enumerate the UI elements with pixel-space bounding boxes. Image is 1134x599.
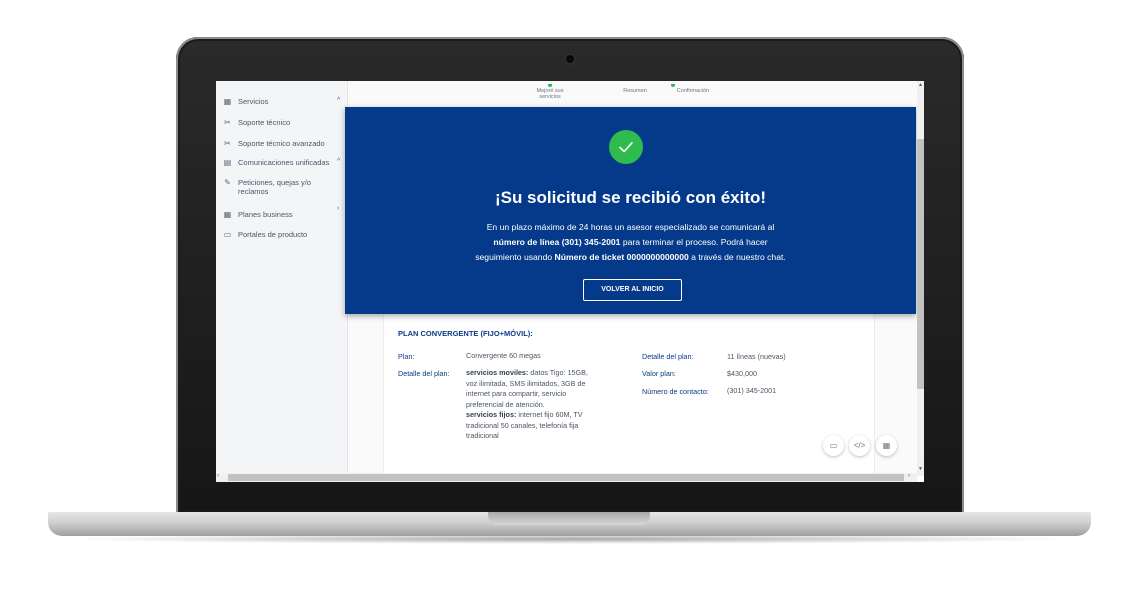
message-line-4: a través de nuestro chat. bbox=[688, 252, 786, 262]
grid-icon: ▦ bbox=[882, 441, 891, 450]
detail-value-right: 11 líneas (nuevas) bbox=[727, 352, 786, 361]
fixed-services-label: servicios fijos: bbox=[466, 410, 517, 419]
step-indicator bbox=[671, 84, 675, 87]
sidebar-item-soporte-avanzado[interactable]: ✂ Soporte técnico avanzado bbox=[223, 139, 325, 148]
sidebar-item-planes-business[interactable]: ▦ Planes business bbox=[223, 210, 293, 219]
sidebar-item-label: Planes business bbox=[238, 210, 293, 219]
phone-line-strong: número de línea (301) 345-2001 bbox=[493, 237, 621, 247]
sidebar-item-label: Peticiones, quejas y/o reclamos bbox=[238, 178, 311, 196]
plan-title: PLAN CONVERGENTE (FIJO+MÓVIL): bbox=[398, 329, 533, 338]
sidebar-item-label: Portales de producto bbox=[238, 230, 308, 239]
sidebar-item-servicios[interactable]: ▦ Servicios bbox=[223, 97, 269, 106]
step-indicator bbox=[548, 84, 552, 87]
check-circle-icon bbox=[609, 130, 643, 164]
step-2-label: Resumen bbox=[623, 88, 647, 94]
sidebar-item-label: Servicios bbox=[238, 97, 269, 106]
grid-icon: ▦ bbox=[223, 97, 232, 106]
success-modal: ¡Su solicitud se recibió con éxito! En u… bbox=[345, 107, 916, 314]
sidebar-item-soporte-tecnico[interactable]: ✂ Soporte técnico bbox=[223, 118, 290, 127]
scroll-up-arrow[interactable]: ▲ bbox=[917, 82, 924, 88]
edit-icon: ✎ bbox=[224, 178, 231, 187]
back-to-home-button[interactable]: VOLVER AL INICIO bbox=[583, 279, 682, 301]
mobile-services-label: servicios moviles: bbox=[466, 368, 529, 377]
sidebar-item-comunicaciones[interactable]: ▤ Comunicaciones unificadas bbox=[223, 158, 330, 167]
detail-label-right: Detalle del plan: bbox=[642, 352, 694, 361]
document-icon: ▤ bbox=[223, 158, 232, 167]
chat-icon: ▭ bbox=[829, 441, 838, 450]
sidebar: ▦ Servicios ^ ✂ Soporte técnico ✂ Soport… bbox=[216, 81, 348, 482]
message-line-2: para terminar el proceso. Podrá hacer bbox=[620, 237, 768, 247]
step-3-label: Confirmación bbox=[676, 88, 710, 94]
screen: ▦ Servicios ^ ✂ Soporte técnico ✂ Soport… bbox=[216, 81, 924, 482]
detail-label: Detalle del plan: bbox=[398, 369, 450, 378]
plan-detail-value: servicios moviles: datos Tigo: 15GB, voz… bbox=[466, 368, 596, 442]
plan-price-label: Valor plan: bbox=[642, 369, 676, 378]
code-button[interactable]: </> bbox=[849, 435, 870, 456]
sidebar-item-label: Comunicaciones unificadas bbox=[238, 158, 330, 167]
plan-value: Convergente 60 megas bbox=[466, 351, 541, 360]
ticket-number-strong: Número de ticket 0000000000000 bbox=[554, 252, 689, 262]
chevron-up-icon[interactable]: ^ bbox=[337, 158, 340, 165]
sidebar-item-peticiones[interactable]: ✎ Peticiones, quejas y/o reclamos bbox=[223, 178, 341, 196]
scroll-right-arrow[interactable]: › bbox=[908, 473, 910, 479]
portal-icon: ▭ bbox=[223, 230, 232, 239]
horizontal-scroll-thumb[interactable] bbox=[228, 474, 904, 481]
sidebar-item-label: Soporte técnico bbox=[238, 118, 291, 127]
tools-icon: ✂ bbox=[224, 118, 231, 127]
modal-message: En un plazo máximo de 24 horas un asesor… bbox=[405, 220, 856, 265]
sidebar-item-portales[interactable]: ▭ Portales de producto bbox=[223, 230, 308, 239]
scroll-down-arrow[interactable]: ▼ bbox=[917, 466, 924, 472]
chevron-up-icon[interactable]: ^ bbox=[337, 97, 340, 104]
message-line-1: En un plazo máximo de 24 horas un asesor… bbox=[486, 222, 775, 232]
vertical-scroll-thumb[interactable] bbox=[917, 139, 924, 389]
code-icon: </> bbox=[853, 441, 866, 450]
grid-icon: ▦ bbox=[223, 210, 232, 219]
sidebar-item-label: Soporte técnico avanzado bbox=[238, 139, 325, 148]
step-1-label: Mejoré sus servicios bbox=[536, 88, 564, 100]
scroll-left-arrow[interactable]: ‹ bbox=[217, 473, 219, 479]
plan-label: Plan: bbox=[398, 352, 415, 361]
chat-button[interactable]: ▭ bbox=[823, 435, 844, 456]
apps-button[interactable]: ▦ bbox=[876, 435, 897, 456]
modal-title: ¡Su solicitud se recibió con éxito! bbox=[494, 188, 767, 207]
contact-value: (301) 345-2001 bbox=[727, 386, 777, 395]
message-line-3: seguimiento usando bbox=[475, 252, 555, 262]
chevron-right-icon[interactable]: › bbox=[337, 205, 339, 212]
tools-icon: ✂ bbox=[224, 139, 231, 148]
laptop-notch bbox=[488, 512, 650, 525]
progress-steps: Mejoré sus servicios Resumen Confirmació… bbox=[528, 84, 778, 106]
plan-price-value: $430,000 bbox=[727, 369, 757, 378]
camera-icon bbox=[566, 55, 574, 63]
contact-label: Número de contacto: bbox=[642, 387, 709, 396]
